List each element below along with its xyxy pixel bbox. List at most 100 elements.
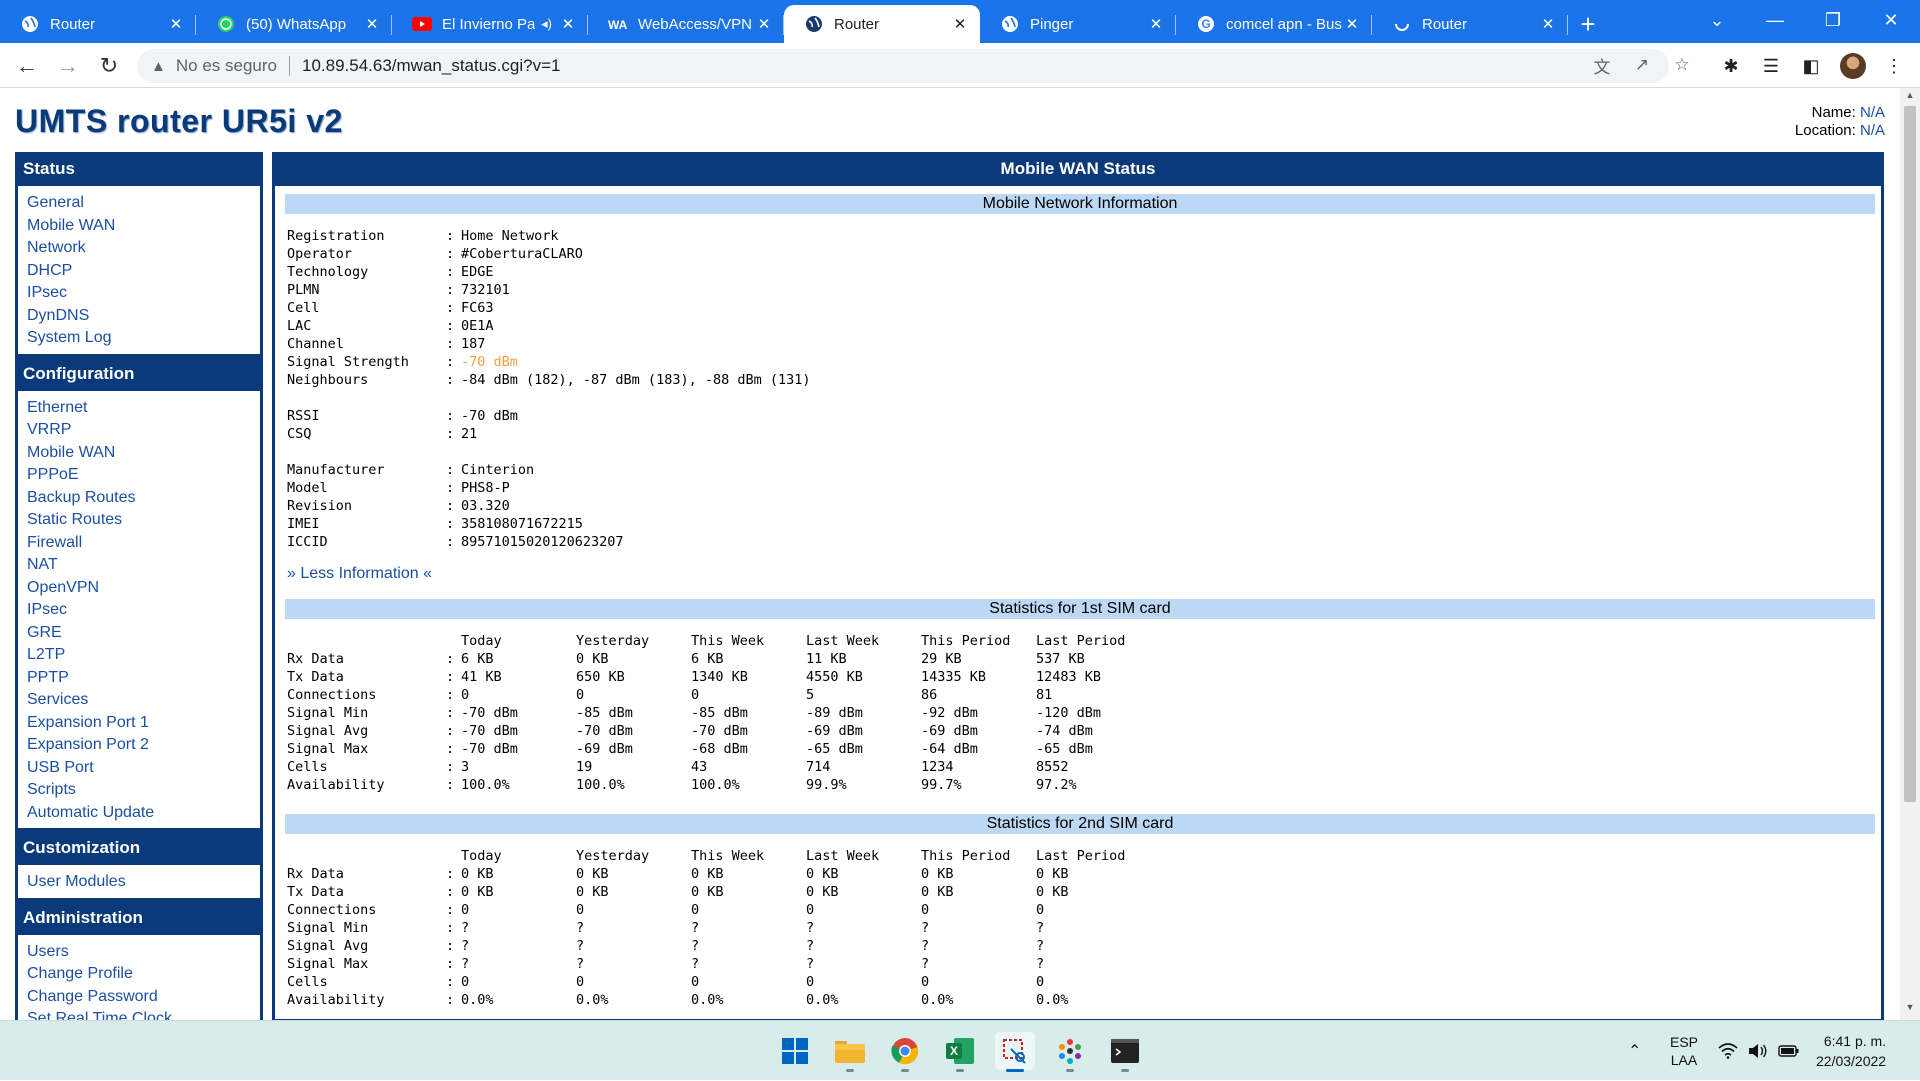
excel-icon: X — [946, 1038, 974, 1064]
sidebar-item-nat[interactable]: NAT — [27, 554, 260, 577]
sidebar-item-automatic-update[interactable]: Automatic Update — [27, 802, 260, 825]
stat-cell: 0 KB — [806, 884, 839, 900]
excel-button[interactable]: X — [940, 1032, 980, 1072]
close-tab-icon[interactable]: ✕ — [362, 15, 382, 33]
stat-cell: 0 — [806, 974, 815, 990]
stat-cell: 43 — [691, 759, 708, 775]
forward-icon[interactable]: → — [52, 50, 84, 82]
sidebar-item-change-password[interactable]: Change Password — [27, 986, 260, 1009]
tab-1[interactable]: Router ✕ — [0, 5, 196, 43]
info-value: PHS8-P — [461, 480, 510, 496]
tab-3[interactable]: El Invierno Pa ◂) ✕ — [392, 5, 588, 43]
sidebar-item-network[interactable]: Network — [27, 237, 260, 260]
address-bar[interactable]: ▲ No es seguro 10.89.54.63/mwan_status.c… — [137, 49, 1669, 83]
sidebar-item-pptp[interactable]: PPTP — [27, 667, 260, 690]
speaker-icon[interactable]: ◂) — [541, 16, 552, 32]
sidebar-item-users[interactable]: Users — [27, 941, 260, 964]
sidebar-item-mobile-wan[interactable]: Mobile WAN — [27, 215, 260, 238]
sidebar-item-mobile-wan[interactable]: Mobile WAN — [27, 442, 260, 465]
close-tab-icon[interactable]: ✕ — [754, 15, 774, 33]
show-hidden-icons[interactable]: ⌃ — [1628, 1021, 1641, 1081]
bookmark-star-icon[interactable]: ☆ — [1666, 49, 1698, 81]
close-tab-icon[interactable]: ✕ — [558, 15, 578, 33]
tab-4[interactable]: WA WebAccess/VPN ✕ — [588, 5, 784, 43]
menu-kebab-icon[interactable]: ⋮ — [1878, 50, 1910, 82]
sidebar-item-backup-routes[interactable]: Backup Routes — [27, 487, 260, 510]
stats-row: Signal Max:?????? — [287, 955, 1151, 973]
scrollbar-thumb[interactable] — [1904, 106, 1916, 802]
stat-cell: -85 dBm — [576, 705, 633, 721]
tab-search-icon[interactable]: ⌄ — [1688, 0, 1746, 40]
tab-6[interactable]: Pinger ✕ — [980, 5, 1176, 43]
sidebar-item-services[interactable]: Services — [27, 689, 260, 712]
sidebar-item-vrrp[interactable]: VRRP — [27, 419, 260, 442]
side-panel-icon[interactable]: ◧ — [1795, 50, 1827, 82]
terminal-icon — [1111, 1039, 1139, 1063]
close-window-icon[interactable]: ✕ — [1862, 0, 1920, 40]
media-control-icon[interactable]: ☰ — [1755, 50, 1787, 82]
terminal-button[interactable] — [1105, 1032, 1145, 1072]
info-key: IMEI — [287, 516, 320, 532]
tab-5[interactable]: Router ✕ — [784, 5, 980, 43]
sidebar-item-scripts[interactable]: Scripts — [27, 779, 260, 802]
dots-app-button[interactable] — [1050, 1032, 1090, 1072]
sidebar-item-ipsec[interactable]: IPsec — [27, 599, 260, 622]
info-colon: : — [446, 318, 455, 334]
close-tab-icon[interactable]: ✕ — [1538, 15, 1558, 33]
sidebar-item-ipsec[interactable]: IPsec — [27, 282, 260, 305]
system-clock[interactable]: 6:41 p. m. 22/03/2022 — [1816, 1031, 1886, 1071]
restore-icon[interactable]: ❐ — [1804, 0, 1862, 40]
stat-cell: 11 KB — [806, 651, 847, 667]
close-tab-icon[interactable]: ✕ — [1342, 15, 1362, 33]
chrome-button[interactable] — [885, 1032, 925, 1072]
snipping-tool-button[interactable] — [995, 1032, 1035, 1072]
scroll-up-icon[interactable]: ▲ — [1900, 90, 1920, 106]
sidebar-item-openvpn[interactable]: OpenVPN — [27, 577, 260, 600]
sidebar-item-expansion-port-2[interactable]: Expansion Port 2 — [27, 734, 260, 757]
translate-icon[interactable]: 文 — [1586, 49, 1618, 81]
stat-cell: -68 dBm — [691, 741, 748, 757]
sidebar-item-ethernet[interactable]: Ethernet — [27, 397, 260, 420]
sidebar-item-firewall[interactable]: Firewall — [27, 532, 260, 555]
close-tab-icon[interactable]: ✕ — [166, 15, 186, 33]
sidebar-item-dyndns[interactable]: DynDNS — [27, 305, 260, 328]
stat-cell: 8552 — [1036, 759, 1069, 775]
info-row: Signal Strength: -70 dBm — [287, 353, 811, 371]
sidebar-section-status: Status — [15, 152, 263, 186]
tab-title: Router — [1422, 15, 1468, 33]
page-scrollbar[interactable]: ▲ ▼ — [1900, 88, 1920, 1020]
sidebar-item-l2tp[interactable]: L2TP — [27, 644, 260, 667]
new-tab-button[interactable]: + — [1568, 5, 1608, 43]
sidebar-item-user-modules[interactable]: User Modules — [27, 871, 260, 894]
scroll-down-icon[interactable]: ▼ — [1900, 1002, 1920, 1018]
close-tab-icon[interactable]: ✕ — [1146, 15, 1166, 33]
sidebar-item-system-log[interactable]: System Log — [27, 327, 260, 350]
sidebar-item-pppoe[interactable]: PPPoE — [27, 464, 260, 487]
minimize-icon[interactable]: — — [1746, 0, 1804, 40]
sidebar-item-expansion-port-1[interactable]: Expansion Port 1 — [27, 712, 260, 735]
language-indicator[interactable]: ESP LAA — [1670, 1021, 1698, 1081]
sidebar-item-change-profile[interactable]: Change Profile — [27, 963, 260, 986]
sidebar-item-general[interactable]: General — [27, 192, 260, 215]
sidebar-item-dhcp[interactable]: DHCP — [27, 260, 260, 283]
profile-avatar[interactable] — [1840, 53, 1866, 79]
stat-cell: -70 dBm — [576, 723, 633, 739]
less-information-link[interactable]: » Less Information « — [287, 565, 432, 583]
start-button[interactable] — [775, 1032, 815, 1070]
sidebar-item-usb-port[interactable]: USB Port — [27, 757, 260, 780]
sidebar-item-set-real-time-clock[interactable]: Set Real Time Clock — [27, 1008, 260, 1020]
file-explorer-button[interactable] — [830, 1032, 870, 1072]
stat-cell: 0 — [691, 687, 700, 703]
close-tab-icon[interactable]: ✕ — [950, 15, 970, 33]
reload-icon[interactable]: ↻ — [93, 50, 125, 82]
tab-2[interactable]: (50) WhatsApp ✕ — [196, 5, 392, 43]
sidebar-item-gre[interactable]: GRE — [27, 622, 260, 645]
quick-settings[interactable] — [1718, 1021, 1800, 1081]
share-icon[interactable]: ↗ — [1626, 49, 1658, 81]
tab-8[interactable]: Router ✕ — [1372, 5, 1568, 43]
sidebar-item-static-routes[interactable]: Static Routes — [27, 509, 260, 532]
back-icon[interactable]: ← — [11, 50, 43, 82]
extensions-puzzle-icon[interactable]: ✱ — [1715, 50, 1747, 82]
tab-7[interactable]: Gcomcel apn - Bus ✕ — [1176, 5, 1372, 43]
